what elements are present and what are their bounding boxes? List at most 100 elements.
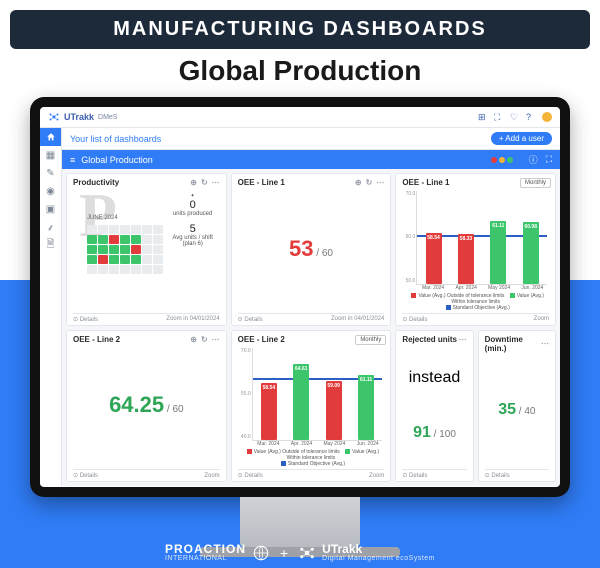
sidebar-item-org[interactable]: ⸙	[40, 218, 62, 236]
bar-chart: 70.060.050.0 58.54 58.33 61.11 60.98	[402, 187, 549, 311]
sidebar-item-home[interactable]	[40, 128, 61, 146]
details-link[interactable]: ⊙ Details	[238, 316, 263, 323]
card-title: Rejected units	[402, 335, 457, 344]
kpi-value: 64.25 / 60	[109, 392, 184, 418]
status-dots	[491, 157, 521, 163]
doc-icon: 🗎	[46, 237, 54, 254]
details-link[interactable]: ⊙ Details	[402, 316, 427, 323]
calendar-heatmap[interactable]	[87, 225, 163, 274]
page-title: Global Production	[0, 55, 600, 87]
brand1-sub: INTERNATIONAL	[165, 555, 246, 562]
zoom-link[interactable]: Zoom	[534, 316, 549, 322]
monitor-frame: UTrakk DMeS ⊞ ⛶ ♡ ? ▦ ✎	[30, 97, 570, 497]
card-downtime: Downtime (min.) ⋯ 35 / 40 ⊙ Details	[478, 330, 556, 483]
calendar-month: JUNE 2024	[87, 215, 118, 221]
zoom-link[interactable]: Zoom	[204, 473, 219, 479]
footer-brands: PROACTION INTERNATIONAL + UTrakk Digital…	[0, 543, 600, 562]
expand-icon[interactable]: ⛶	[494, 112, 504, 122]
stat1-value: 0	[168, 199, 218, 211]
zoom-link[interactable]: Zoom in 04/01/2024	[331, 316, 384, 322]
card-menu-icon[interactable]: ⊕	[355, 178, 362, 187]
details-link[interactable]: ⊙ Details	[73, 316, 98, 323]
card-rejected: Rejected units ⋯ instead 91 / 100	[395, 330, 473, 483]
card-refresh-icon[interactable]: ↻	[201, 335, 208, 344]
avatar[interactable]	[542, 112, 552, 122]
details-link[interactable]: ⊙ Details	[73, 472, 98, 479]
topbar-actions: ⊞ ⛶ ♡ ?	[478, 112, 552, 122]
dashboard-title: Global Production	[81, 155, 153, 165]
brand-sub: DMeS	[98, 114, 117, 121]
wrench-icon: ✎	[46, 168, 54, 179]
card-oee1-chart: Monthly OEE - Line 1 ⊕↻⋯ 70.060.050.0	[395, 173, 556, 326]
card-more-icon[interactable]: ⋯	[212, 178, 220, 187]
card-more-icon[interactable]: ⋯	[376, 178, 384, 187]
app-topbar: UTrakk DMeS ⊞ ⛶ ♡ ?	[40, 107, 560, 128]
brand2-name: UTrakk	[322, 542, 362, 556]
card-oee1-value: OEE - Line 1 ⊕↻⋯ 53 / 60 ⊙ Details Zoom	[231, 173, 392, 326]
app-brand[interactable]: UTrakk DMeS	[48, 111, 117, 123]
section-banner: MANUFACTURING DASHBOARDS	[10, 10, 590, 49]
chart-legend: Value (Avg.) Outside of tolerance limits…	[238, 449, 385, 467]
main-area: Your list of dashboards + Add a user ≡ G…	[62, 128, 560, 486]
grid-icon[interactable]: ⊞	[478, 112, 488, 122]
kpi-value: 91 / 100	[413, 424, 456, 442]
sidebar-item-gauge[interactable]: ◉	[40, 182, 62, 200]
card-refresh-icon[interactable]: ↻	[201, 178, 208, 187]
dashboard-header: ≡ Global Production ⓘ ⛶	[62, 150, 560, 169]
card-more-icon[interactable]: ⋯	[212, 335, 220, 344]
card-title: OEE - Line 1	[238, 178, 285, 187]
utrakk-logo-icon	[298, 544, 316, 562]
sidebar-item-calendar[interactable]: ▦	[40, 146, 62, 164]
breadcrumb-row: Your list of dashboards + Add a user	[62, 128, 560, 150]
bell-icon[interactable]: ♡	[510, 112, 520, 122]
utrakk-logo-icon	[48, 111, 60, 123]
calendar-icon: ▦	[46, 150, 55, 161]
monitor-stand	[240, 497, 360, 547]
card-refresh-icon[interactable]: ↻	[366, 178, 373, 187]
sidebar-item-tools[interactable]: ✎	[40, 164, 62, 182]
app-screen: UTrakk DMeS ⊞ ⛶ ♡ ? ▦ ✎	[40, 107, 560, 487]
bar-chart: 70.055.040.0 58.54 64.61 59.09 61.11	[238, 344, 385, 468]
info-icon[interactable]: ⓘ	[529, 153, 538, 166]
card-title: Downtime (min.)	[485, 335, 541, 353]
card-title: OEE - Line 2	[238, 335, 285, 344]
box-icon: ▣	[46, 204, 55, 215]
details-link[interactable]: ⊙ Details	[238, 472, 263, 479]
sidebar-item-doc[interactable]: 🗎	[40, 236, 62, 254]
home-icon	[46, 132, 56, 142]
card-pair: Rejected units ⋯ instead 91 / 100	[395, 330, 556, 483]
card-more-icon[interactable]: ⋯	[459, 335, 467, 344]
card-menu-icon[interactable]: ⊕	[190, 335, 197, 344]
stat2-value: 5	[168, 223, 218, 235]
card-title: OEE - Line 2	[73, 335, 120, 344]
hamburger-icon[interactable]: ≡	[70, 155, 75, 165]
zoom-link[interactable]: Zoom in 04/01/2024	[166, 316, 219, 322]
add-user-button[interactable]: + Add a user	[491, 132, 552, 145]
brand-utrakk: UTrakk Digital Management ecoSystem	[298, 543, 435, 562]
card-oee2-value: OEE - Line 2 ⊕↻⋯ 64.25 / 60 ⊙ Details Zo	[66, 330, 227, 483]
fullscreen-icon[interactable]: ⛶	[546, 154, 552, 165]
brand1-name: PROACTION	[165, 542, 246, 556]
zoom-link[interactable]: Zoom	[369, 473, 384, 479]
card-oee2-chart: Monthly OEE - Line 2 ⊕↻⋯ 70.055.040.0	[231, 330, 392, 483]
sidebar: ▦ ✎ ◉ ▣ ⸙ 🗎	[40, 128, 62, 486]
globe-icon	[252, 544, 270, 562]
org-icon: ⸙	[47, 220, 55, 234]
brand2-sub: Digital Management ecoSystem	[322, 555, 435, 562]
help-icon[interactable]: ?	[526, 112, 536, 122]
details-link[interactable]: ⊙ Details	[402, 472, 427, 479]
chart-legend: Value (Avg.) Outside of tolerance limits…	[402, 293, 549, 311]
details-link[interactable]: ⊙ Details	[485, 472, 510, 479]
stat1-label: units produced	[168, 211, 218, 217]
kpi-value: 35 / 40	[498, 401, 535, 419]
breadcrumb[interactable]: Your list of dashboards	[70, 134, 161, 144]
card-title: OEE - Line 1	[402, 178, 449, 187]
productivity-stats: ✦ 0 units produced 5 Avg units / shift (…	[168, 193, 218, 247]
card-productivity: Productivity ⊕↻⋯ P JUNE 2024	[66, 173, 227, 326]
brand-proaction: PROACTION INTERNATIONAL	[165, 543, 270, 562]
card-more-icon[interactable]: ⋯	[541, 339, 549, 348]
card-menu-icon[interactable]: ⊕	[190, 178, 197, 187]
kpi-value: 53 / 60	[289, 236, 333, 262]
sidebar-item-box[interactable]: ▣	[40, 200, 62, 218]
brand-name: UTrakk	[64, 112, 94, 122]
